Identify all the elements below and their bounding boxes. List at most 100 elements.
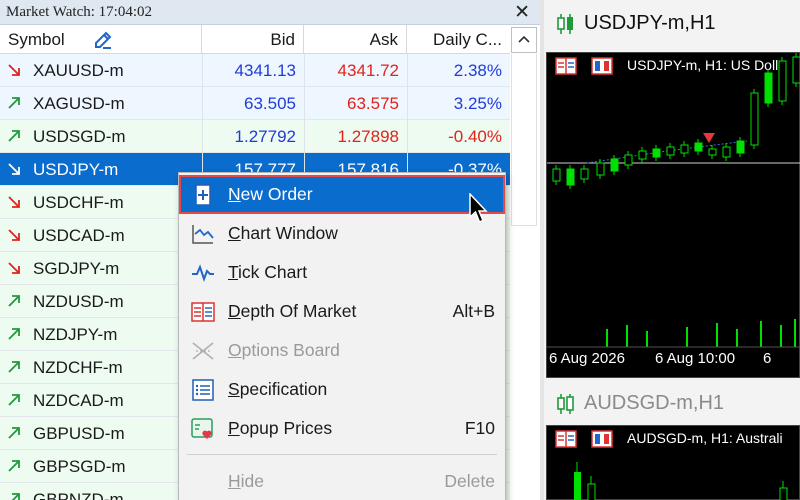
arrow-up-right-icon xyxy=(8,328,20,340)
scroll-up-button[interactable] xyxy=(511,27,537,53)
column-header-ask[interactable]: Ask xyxy=(304,25,407,54)
specification-icon xyxy=(192,379,214,401)
menu-item-hide[interactable]: Hide Delete xyxy=(179,462,505,500)
arrow-up-right-icon xyxy=(11,493,20,500)
arrow-up-right-icon xyxy=(8,394,20,406)
menu-item-depth-of-market[interactable]: Depth Of Market Alt+B xyxy=(179,292,505,331)
candle-body xyxy=(750,92,759,146)
candle-body xyxy=(722,146,731,158)
menu-item-label: New Order xyxy=(228,184,313,204)
candle-body xyxy=(566,168,575,186)
menu-item-options-board[interactable]: Options Board xyxy=(179,331,505,370)
arrow-down-right-icon xyxy=(8,64,20,76)
symbol-name: XAUUSD-m xyxy=(33,61,124,80)
daily-change-value: 3.25% xyxy=(453,94,502,113)
candlestick-icon xyxy=(557,393,574,414)
arrow-up-right-icon xyxy=(8,460,20,472)
daily-change-value: -0.40% xyxy=(448,127,502,146)
arrow-up-right-icon xyxy=(8,361,20,373)
candle-body xyxy=(778,60,787,102)
menu-item-popup-prices[interactable]: Popup Prices F10 xyxy=(179,409,505,448)
menu-item-shortcut: Delete xyxy=(444,471,495,491)
candle-body xyxy=(764,72,773,104)
menu-item-label: Hide xyxy=(228,471,264,491)
candle-body xyxy=(596,162,605,176)
ask-value: 1.27898 xyxy=(337,127,399,146)
chevron-up-icon xyxy=(518,35,530,43)
chart-window-title: USDJPY-m,H1 xyxy=(556,8,716,38)
candlestick-icon xyxy=(557,13,573,34)
ask-value: 63.575 xyxy=(347,94,399,113)
menu-item-specification[interactable]: Specification xyxy=(179,370,505,409)
candle-body xyxy=(680,144,689,154)
candle-body xyxy=(708,148,717,156)
menu-item-chart-window[interactable]: Chart Window xyxy=(179,214,505,253)
table-row[interactable]: XAGUSD-m 63.505 63.575 3.25% xyxy=(0,87,510,120)
scrollbar-track[interactable] xyxy=(511,54,537,226)
column-header-bid[interactable]: Bid xyxy=(202,25,304,54)
popup-prices-icon xyxy=(191,418,213,439)
arrow-up-right-icon xyxy=(8,97,20,109)
table-row[interactable]: XAUUSD-m 4341.13 4341.72 2.38% xyxy=(0,54,510,87)
menu-item-label: Chart Window xyxy=(228,223,338,243)
candle-body xyxy=(792,56,800,84)
chart-window-icon xyxy=(192,225,214,244)
menu-item-label: Specification xyxy=(228,379,328,399)
table-row[interactable]: USDSGD-m 1.27792 1.27898 -0.40% xyxy=(0,120,510,153)
trade-marker xyxy=(703,133,715,143)
chart2-title-text: AUDSGD-m,H1 xyxy=(584,392,725,414)
symbol-name: NZDUSD-m xyxy=(33,292,124,311)
candle-body xyxy=(624,154,633,166)
scrollbar-area xyxy=(511,226,540,500)
arrow-up-right-icon xyxy=(8,427,20,439)
chart-window-title: AUDSGD-m,H1 xyxy=(556,388,724,418)
symbol-name: SGDJPY-m xyxy=(33,259,120,278)
candle-body xyxy=(580,168,589,180)
menu-item-tick-chart[interactable]: Tick Chart xyxy=(179,253,505,292)
arrow-down-right-icon xyxy=(8,262,20,274)
symbol-name: USDCAD-m xyxy=(33,226,125,245)
symbol-name: GBPSGD-m xyxy=(33,457,126,476)
menu-item-new-order[interactable]: New Order xyxy=(179,175,505,214)
candle-body xyxy=(610,158,619,172)
symbol-name: GBPUSD-m xyxy=(33,424,125,443)
bid-value: 63.505 xyxy=(244,94,296,113)
arrow-down-right-icon xyxy=(8,196,20,208)
chart-window-audsgd[interactable]: AUDSGD-m,H1 AUDSGD-m, H1: Australi xyxy=(544,380,800,500)
chart-window-usdjpy[interactable]: USDJPY-m,H1 USDJPY-m, H1: US Dolla 6 Aug… xyxy=(544,0,800,378)
symbol-name: NZDJPY-m xyxy=(33,325,118,344)
menu-item-shortcut: Alt+B xyxy=(452,301,495,321)
edit-icon[interactable] xyxy=(92,29,114,51)
symbol-name: USDSGD-m xyxy=(33,127,126,146)
candle-body xyxy=(666,146,675,156)
market-watch-title: Market Watch: 17:04:02 xyxy=(0,0,540,25)
symbol-name: XAGUSD-m xyxy=(33,94,125,113)
chart-area[interactable]: AUDSGD-m, H1: Australi xyxy=(546,425,800,500)
candle-body xyxy=(736,140,745,154)
tick-chart-icon xyxy=(192,264,214,282)
options-board-icon xyxy=(192,342,214,360)
candlestick-chart xyxy=(547,53,800,348)
x-axis-label: 6 Aug 2026 xyxy=(549,350,625,367)
symbol-name: USDCHF-m xyxy=(33,193,124,212)
chart-area[interactable]: USDJPY-m, H1: US Dolla 6 Aug 2026 6 Aug … xyxy=(546,52,800,378)
x-axis-label: 6 xyxy=(763,350,772,367)
menu-item-label: Popup Prices xyxy=(228,418,333,438)
arrow-down-right-icon xyxy=(8,163,20,175)
x-axis-label: 6 Aug 10:00 xyxy=(655,350,736,367)
arrow-up-right-icon xyxy=(8,130,20,142)
depth-of-market-icon xyxy=(191,302,215,322)
menu-item-label: Options Board xyxy=(228,340,340,360)
candle-body xyxy=(694,142,703,152)
market-watch-header: Symbol Bid Ask Daily C... xyxy=(0,25,510,54)
column-header-symbol-label: Symbol xyxy=(8,30,65,49)
symbol-name: NZDCAD-m xyxy=(33,391,124,410)
symbol-name: NZDCHF-m xyxy=(33,358,123,377)
candle-body xyxy=(552,168,561,182)
bid-value: 1.27792 xyxy=(234,127,296,146)
candle-body xyxy=(652,148,661,158)
column-header-daily-change[interactable]: Daily C... xyxy=(407,25,510,54)
chart1-title-text: USDJPY-m,H1 xyxy=(584,12,716,34)
symbol-name: GBPNZD-m xyxy=(33,490,124,500)
close-icon[interactable]: ✕ xyxy=(514,2,530,22)
